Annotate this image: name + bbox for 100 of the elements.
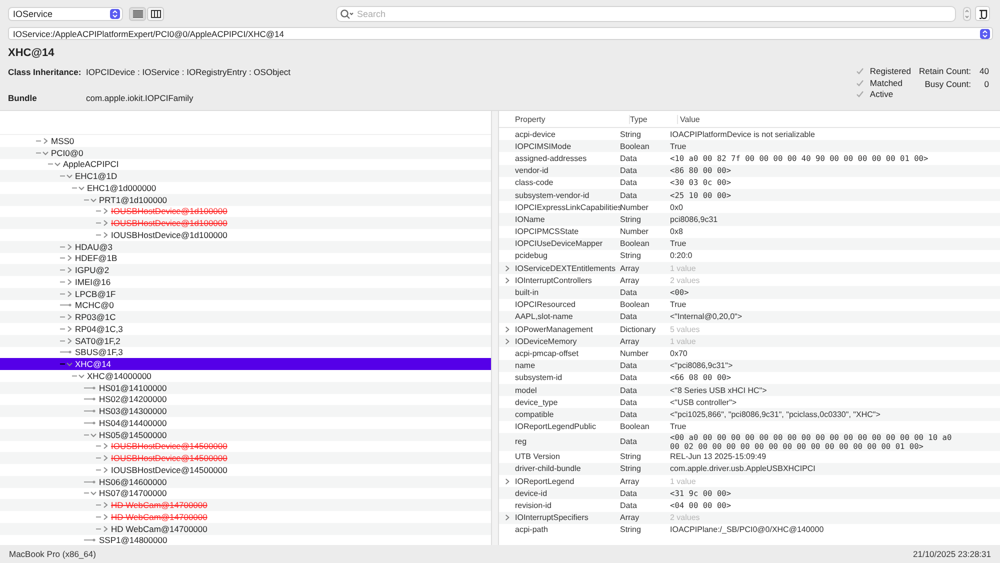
- tree-row[interactable]: MCHC@0: [0, 300, 491, 312]
- chevron-down-icon[interactable]: [36, 148, 50, 157]
- property-name: IOReportLegendPublic: [515, 422, 596, 432]
- tree-row[interactable]: HS05@14500000: [0, 428, 491, 440]
- tree-row[interactable]: HDAU@3: [0, 240, 491, 252]
- path-popup[interactable]: IOService:/AppleACPIPlatformExpert/PCI0@0/AppleACPIPCI/XHC@14: [8, 27, 993, 40]
- chevron-right-icon[interactable]: [96, 454, 110, 462]
- node-name: EHC1@1D: [75, 171, 118, 182]
- tree-row[interactable]: IOUSBHostDevice@1d100000: [0, 206, 491, 218]
- property-type: Data: [620, 386, 638, 395]
- tree-row[interactable]: EHC1@1D: [0, 170, 491, 182]
- chevron-down-icon[interactable]: [48, 160, 62, 168]
- tree-row[interactable]: HS06@14600000: [0, 476, 491, 488]
- property-type: Data: [620, 361, 638, 370]
- chevron-right-icon[interactable]: [96, 501, 110, 510]
- tree-row[interactable]: SBUS@1F,3: [0, 346, 491, 358]
- tree-row[interactable]: XHC@14000000: [0, 370, 491, 382]
- list-view-button[interactable]: [129, 6, 146, 20]
- chevron-right-icon[interactable]: [60, 242, 74, 251]
- chevron-right-icon[interactable]: [96, 512, 110, 521]
- property-name: compatible: [515, 410, 554, 419]
- chevron-right-icon[interactable]: [60, 313, 74, 322]
- tree-row[interactable]: IOUSBHostDevice@14500000: [0, 440, 491, 452]
- tree-row[interactable]: EHC1@1d000000: [0, 182, 491, 194]
- chevron-right-icon[interactable]: [60, 290, 74, 298]
- property-name: UTB Version: [515, 452, 560, 462]
- tree-row[interactable]: HDEF@1B: [0, 252, 491, 264]
- property-type: Array: [620, 264, 640, 273]
- property-name: subsystem-vendor-id: [515, 190, 590, 200]
- tree-row[interactable]: HS03@14300000: [0, 405, 491, 417]
- tree-row[interactable]: PRT1@1d100000: [0, 194, 491, 206]
- tree-row[interactable]: PCI0@0: [0, 146, 491, 158]
- stepper-icon[interactable]: [963, 6, 971, 20]
- tree-row[interactable]: XHC@14: [0, 358, 491, 370]
- chevron-down-icon[interactable]: [72, 372, 86, 380]
- leaf-dot-icon: [60, 348, 74, 356]
- tree-row[interactable]: RP03@1C: [0, 311, 491, 323]
- property-type: Boolean: [620, 239, 650, 248]
- node-name: HS02@14200000: [99, 394, 167, 404]
- column-header[interactable]: Property: [515, 114, 630, 124]
- chevron-right-icon[interactable]: [505, 514, 510, 522]
- chevron-right-icon[interactable]: [96, 230, 110, 239]
- leaf-dot-icon: [84, 478, 98, 486]
- chevron-right-icon[interactable]: [36, 136, 50, 145]
- chevron-right-icon[interactable]: [60, 254, 74, 262]
- property-type: Data: [620, 166, 638, 176]
- property-name: acpi-device: [515, 130, 556, 139]
- tree-row[interactable]: SAT0@1F,2: [0, 334, 491, 346]
- column-header[interactable]: Type: [630, 114, 678, 124]
- tree-row[interactable]: IOUSBHostDevice@1d100000: [0, 229, 491, 241]
- chevron-right-icon[interactable]: [96, 466, 110, 474]
- property-name: model: [515, 386, 537, 395]
- tree-row[interactable]: LPCB@1F: [0, 288, 491, 300]
- column-view-button[interactable]: [147, 6, 164, 20]
- property-type: Boolean: [620, 422, 650, 432]
- property-type: Number: [620, 202, 650, 212]
- chevron-down-icon[interactable]: [60, 360, 74, 368]
- chevron-down-icon[interactable]: [84, 196, 98, 204]
- property-value: IOACPIPlatformDevice is not serializable: [669, 130, 816, 139]
- tree-row[interactable]: HS04@14400000: [0, 417, 491, 429]
- tree-row[interactable]: IOUSBHostDevice@14500000: [0, 464, 491, 476]
- chevron-down-icon[interactable]: [60, 172, 74, 180]
- inspector-button[interactable]: [975, 6, 990, 21]
- plane-popup[interactable]: IOService: [8, 6, 123, 20]
- tree-row[interactable]: HS02@14200000: [0, 394, 491, 406]
- column-header[interactable]: Value: [678, 114, 1000, 124]
- property-type: Data: [620, 312, 638, 322]
- property-type: Array: [620, 513, 640, 522]
- tree-row[interactable]: HD WebCam@14700000: [0, 511, 491, 523]
- search-field[interactable]: Search: [336, 6, 956, 22]
- node-name: HS03@14300000: [99, 406, 167, 416]
- tree-row[interactable]: IMEI@16: [0, 276, 491, 288]
- property-value: <"pci8086,9c31">: [669, 361, 734, 370]
- tree-row[interactable]: RP04@1C,3: [0, 323, 491, 335]
- chevron-right-icon[interactable]: [60, 336, 74, 345]
- chevron-down-icon[interactable]: [84, 489, 98, 498]
- property-type: Dictionary: [620, 324, 657, 334]
- chevron-right-icon[interactable]: [505, 478, 510, 485]
- chevron-right-icon[interactable]: [96, 524, 110, 533]
- tree-row[interactable]: HS07@14700000: [0, 488, 491, 500]
- tree-row[interactable]: SSP1@14800000: [0, 534, 491, 545]
- tree-row[interactable]: IGPU@2: [0, 264, 491, 276]
- tree-row[interactable]: MSS0: [0, 135, 491, 147]
- node-name: EHC1@1d000000: [87, 182, 156, 193]
- chevron-down-icon[interactable]: [84, 430, 98, 439]
- property-value: True: [669, 422, 688, 432]
- chevron-down-icon[interactable]: [72, 184, 86, 192]
- chevron-right-icon[interactable]: [60, 266, 74, 274]
- node-name: IGPU@2: [75, 265, 110, 276]
- property-type: Data: [620, 398, 638, 407]
- property-value: <"USB controller">: [669, 398, 738, 407]
- chevron-right-icon[interactable]: [96, 219, 110, 228]
- tree-row[interactable]: HS01@14100000: [0, 382, 491, 394]
- chevron-right-icon[interactable]: [60, 324, 74, 333]
- tree-row[interactable]: HD WebCam@14700000: [0, 522, 491, 534]
- tree-row[interactable]: AppleACPIPCI: [0, 158, 491, 170]
- chevron-right-icon[interactable]: [60, 278, 74, 286]
- chevron-right-icon[interactable]: [96, 442, 110, 450]
- chevron-right-icon[interactable]: [96, 207, 110, 216]
- property-type: Array: [620, 476, 640, 486]
